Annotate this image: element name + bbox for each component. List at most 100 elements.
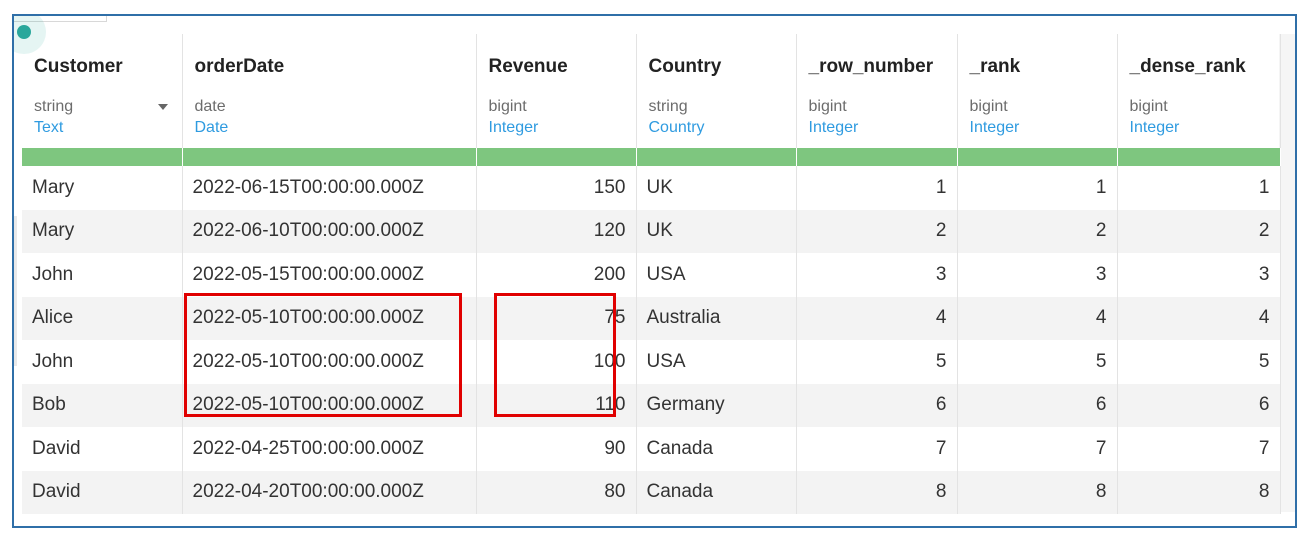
table-cell[interactable]: John	[22, 340, 183, 384]
table-cell[interactable]: 8	[796, 470, 958, 514]
table-cell[interactable]: UK	[636, 209, 797, 253]
data-quality-bar[interactable]	[1117, 148, 1281, 166]
column-header[interactable]: Country	[636, 34, 797, 90]
table-cell[interactable]: Alice	[22, 296, 183, 340]
table-cell[interactable]: 2022-06-15T00:00:00.000Z	[182, 166, 477, 210]
table-cell[interactable]: Germany	[636, 383, 797, 427]
table-cell[interactable]: Canada	[636, 427, 797, 471]
table-cell[interactable]: 1	[957, 166, 1118, 210]
table-row: David 2022-04-25T00:00:00.000Z 90 Canada 7 7 7	[22, 427, 1281, 471]
data-quality-bar[interactable]	[636, 148, 797, 166]
column-type: bigint	[1117, 90, 1281, 119]
column-type-label: string	[34, 97, 74, 115]
data-quality-bar[interactable]	[182, 148, 477, 166]
table-cell[interactable]: 5	[1117, 340, 1281, 384]
semantic-type-link[interactable]: Text	[22, 119, 183, 148]
table-row: John 2022-05-10T00:00:00.000Z 100 USA 5 5 5	[22, 340, 1281, 384]
table-cell[interactable]: Canada	[636, 470, 797, 514]
column-type[interactable]: string	[22, 90, 183, 119]
table-cell[interactable]: 2022-06-10T00:00:00.000Z	[182, 209, 477, 253]
column-type: date	[182, 90, 477, 119]
chevron-down-icon[interactable]	[157, 103, 168, 110]
resize-handle[interactable]	[14, 216, 17, 366]
semantic-type-link[interactable]: Integer	[796, 119, 958, 148]
table-cell[interactable]: 4	[1117, 296, 1281, 340]
data-quality-bar[interactable]	[22, 148, 183, 166]
table-row: Mary 2022-06-15T00:00:00.000Z 150 UK 1 1 1	[22, 166, 1281, 210]
table-row: Bob 2022-05-10T00:00:00.000Z 110 Germany 6 6 6	[22, 383, 1281, 427]
table-row: David 2022-04-20T00:00:00.000Z 80 Canada 8 8 8	[22, 470, 1281, 514]
table-cell[interactable]: 5	[796, 340, 958, 384]
table-cell[interactable]: 2	[1117, 209, 1281, 253]
table-cell[interactable]: Mary	[22, 209, 183, 253]
table-cell[interactable]: Bob	[22, 383, 183, 427]
table-cell[interactable]: 2022-04-25T00:00:00.000Z	[182, 427, 477, 471]
semantic-type-link[interactable]: Date	[182, 119, 477, 148]
table-cell[interactable]: 6	[957, 383, 1118, 427]
semantic-type-link[interactable]: Integer	[957, 119, 1118, 148]
table-cell[interactable]: 2	[957, 209, 1118, 253]
table-cell[interactable]: 3	[796, 253, 958, 297]
table-cell[interactable]: 7	[796, 427, 958, 471]
vertical-scrollbar[interactable]	[1279, 34, 1295, 526]
table-cell[interactable]: 5	[957, 340, 1118, 384]
table-cell[interactable]: 90	[476, 427, 637, 471]
table-cell[interactable]: 150	[476, 166, 637, 210]
table-cell[interactable]: 4	[957, 296, 1118, 340]
column-header[interactable]: _dense_rank	[1117, 34, 1281, 90]
table-cell[interactable]: 8	[1117, 470, 1281, 514]
data-table: Customer orderDate Revenue Country _row_numb…	[22, 34, 1281, 514]
table-cell[interactable]: 100	[476, 340, 637, 384]
table-cell[interactable]: 2022-05-10T00:00:00.000Z	[182, 296, 477, 340]
status-dot-icon[interactable]	[17, 25, 31, 39]
column-type-row: string date bigint string bigint bigint bigint	[22, 90, 1281, 119]
table-cell[interactable]: 110	[476, 383, 637, 427]
table-cell[interactable]: 6	[1117, 383, 1281, 427]
table-cell[interactable]: 6	[796, 383, 958, 427]
table-cell[interactable]: 75	[476, 296, 637, 340]
column-header[interactable]: Customer	[22, 34, 183, 90]
data-quality-bar[interactable]	[957, 148, 1118, 166]
table-cell[interactable]: 3	[1117, 253, 1281, 297]
table-cell[interactable]: USA	[636, 340, 797, 384]
table-cell[interactable]: 1	[1117, 166, 1281, 210]
column-type-select[interactable]: string	[34, 98, 170, 116]
semantic-type-link[interactable]: Integer	[1117, 119, 1281, 148]
table-cell[interactable]: 4	[796, 296, 958, 340]
data-quality-bar[interactable]	[796, 148, 958, 166]
data-preview-panel: Customer orderDate Revenue Country _row_numb…	[12, 14, 1297, 528]
table-cell[interactable]: UK	[636, 166, 797, 210]
table-cell[interactable]: 3	[957, 253, 1118, 297]
table-cell[interactable]: 7	[1117, 427, 1281, 471]
table-cell[interactable]: 2022-05-10T00:00:00.000Z	[182, 383, 477, 427]
data-quality-bar[interactable]	[476, 148, 637, 166]
column-header[interactable]: orderDate	[182, 34, 477, 90]
column-header[interactable]: _rank	[957, 34, 1118, 90]
table-cell[interactable]: John	[22, 253, 183, 297]
semantic-type-link[interactable]: Integer	[476, 119, 637, 148]
table-cell[interactable]: David	[22, 427, 183, 471]
table-row: John 2022-05-15T00:00:00.000Z 200 USA 3 3 3	[22, 253, 1281, 297]
table-cell[interactable]: 7	[957, 427, 1118, 471]
table-cell[interactable]: Australia	[636, 296, 797, 340]
column-type: bigint	[476, 90, 637, 119]
table-cell[interactable]: 120	[476, 209, 637, 253]
table-cell[interactable]: 2022-05-10T00:00:00.000Z	[182, 340, 477, 384]
table-cell[interactable]: 200	[476, 253, 637, 297]
table-cell[interactable]: 1	[796, 166, 958, 210]
semantic-type-row: Text Date Integer Country Integer Integer Inte…	[22, 119, 1281, 148]
table-cell[interactable]: 80	[476, 470, 637, 514]
data-quality-bar-row	[22, 148, 1281, 166]
column-header[interactable]: _row_number	[796, 34, 958, 90]
table-cell[interactable]: 2	[796, 209, 958, 253]
table-cell[interactable]: Mary	[22, 166, 183, 210]
table-cell[interactable]: David	[22, 470, 183, 514]
column-header[interactable]: Revenue	[476, 34, 637, 90]
table-row: Mary 2022-06-10T00:00:00.000Z 120 UK 2 2 2	[22, 209, 1281, 253]
table-cell[interactable]: 2022-05-15T00:00:00.000Z	[182, 253, 477, 297]
table-cell[interactable]: USA	[636, 253, 797, 297]
table-cell[interactable]: 8	[957, 470, 1118, 514]
semantic-type-link[interactable]: Country	[636, 119, 797, 148]
horizontal-scrollbar[interactable]	[14, 512, 1295, 526]
table-cell[interactable]: 2022-04-20T00:00:00.000Z	[182, 470, 477, 514]
